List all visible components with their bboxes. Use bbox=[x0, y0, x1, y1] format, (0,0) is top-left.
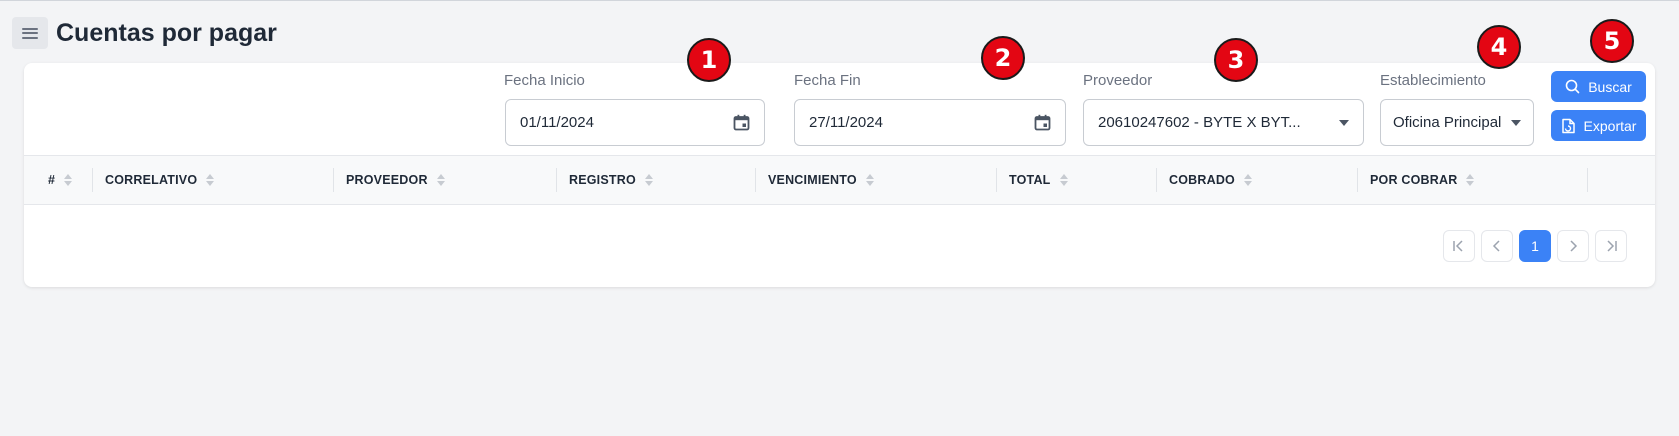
establecimiento-select[interactable]: Oficina Principal bbox=[1380, 99, 1534, 146]
fecha-fin-input[interactable]: 27/11/2024 bbox=[794, 99, 1066, 146]
last-page-button[interactable] bbox=[1595, 230, 1627, 262]
first-page-button[interactable] bbox=[1443, 230, 1475, 262]
sort-icon bbox=[64, 174, 73, 186]
fecha-inicio-label: Fecha Inicio bbox=[504, 72, 585, 89]
filters-table-card: Fecha Inicio 01/11/2024 Fecha Fin 27/11/… bbox=[24, 63, 1655, 287]
chevron-down-icon bbox=[1339, 119, 1349, 126]
buscar-button[interactable]: Buscar bbox=[1551, 71, 1646, 102]
prev-page-button[interactable] bbox=[1481, 230, 1513, 262]
column-header-registro[interactable]: REGISTRO bbox=[569, 156, 653, 204]
sort-icon bbox=[644, 174, 653, 186]
chevron-left-icon bbox=[1492, 240, 1500, 252]
annotation-marker-4: 4 bbox=[1477, 25, 1521, 69]
chevron-down-icon bbox=[1511, 119, 1521, 126]
last-page-icon bbox=[1607, 240, 1617, 252]
next-page-button[interactable] bbox=[1557, 230, 1589, 262]
hamburger-icon bbox=[22, 27, 38, 39]
sort-icon bbox=[1243, 174, 1252, 186]
annotation-marker-1: 1 bbox=[687, 38, 731, 82]
column-header-vencimiento[interactable]: VENCIMIENTO bbox=[768, 156, 874, 204]
establecimiento-label: Establecimiento bbox=[1380, 72, 1486, 89]
exportar-button[interactable]: Exportar bbox=[1551, 110, 1646, 141]
column-divider bbox=[92, 168, 93, 192]
fecha-fin-value: 27/11/2024 bbox=[809, 114, 883, 131]
table-header: # CORRELATIVO PROVEEDOR REGISTRO VENCIMI… bbox=[24, 155, 1655, 205]
menu-toggle-button[interactable] bbox=[12, 17, 48, 49]
column-header-proveedor[interactable]: PROVEEDOR bbox=[346, 156, 445, 204]
fecha-fin-label: Fecha Fin bbox=[794, 72, 861, 89]
column-header-total[interactable]: TOTAL bbox=[1009, 156, 1068, 204]
column-divider bbox=[755, 168, 756, 192]
fecha-inicio-value: 01/11/2024 bbox=[520, 114, 594, 131]
sort-icon bbox=[1466, 174, 1475, 186]
column-divider bbox=[333, 168, 334, 192]
sort-icon bbox=[436, 174, 445, 186]
column-header-cobrado[interactable]: COBRADO bbox=[1169, 156, 1252, 204]
column-divider bbox=[1587, 168, 1588, 192]
fecha-inicio-input[interactable]: 01/11/2024 bbox=[505, 99, 765, 146]
annotation-marker-5: 5 bbox=[1590, 19, 1634, 63]
column-header-correlativo[interactable]: CORRELATIVO bbox=[105, 156, 215, 204]
chevron-right-icon bbox=[1570, 240, 1578, 252]
column-divider bbox=[556, 168, 557, 192]
first-page-icon bbox=[1453, 240, 1463, 252]
column-divider bbox=[1156, 168, 1157, 192]
calendar-icon[interactable] bbox=[733, 114, 750, 131]
sort-icon bbox=[206, 174, 215, 186]
establecimiento-value: Oficina Principal bbox=[1393, 114, 1502, 131]
top-border bbox=[0, 0, 1679, 1]
proveedor-label: Proveedor bbox=[1083, 72, 1153, 89]
column-header-number[interactable]: # bbox=[48, 156, 73, 204]
page-title: Cuentas por pagar bbox=[56, 19, 277, 47]
column-divider bbox=[1357, 168, 1358, 192]
column-divider bbox=[996, 168, 997, 192]
annotation-marker-2: 2 bbox=[981, 36, 1025, 80]
proveedor-value: 20610247602 - BYTE X BYT... bbox=[1098, 114, 1301, 131]
file-export-icon bbox=[1561, 118, 1575, 133]
search-icon bbox=[1565, 79, 1580, 94]
annotation-marker-3: 3 bbox=[1214, 38, 1258, 82]
proveedor-select[interactable]: 20610247602 - BYTE X BYT... bbox=[1083, 99, 1364, 146]
page-number-button[interactable]: 1 bbox=[1519, 230, 1551, 262]
column-header-por-cobrar[interactable]: POR COBRAR bbox=[1370, 156, 1475, 204]
sort-icon bbox=[865, 174, 874, 186]
buscar-label: Buscar bbox=[1588, 78, 1632, 95]
sort-icon bbox=[1059, 174, 1068, 186]
calendar-icon[interactable] bbox=[1034, 114, 1051, 131]
exportar-label: Exportar bbox=[1583, 117, 1637, 134]
